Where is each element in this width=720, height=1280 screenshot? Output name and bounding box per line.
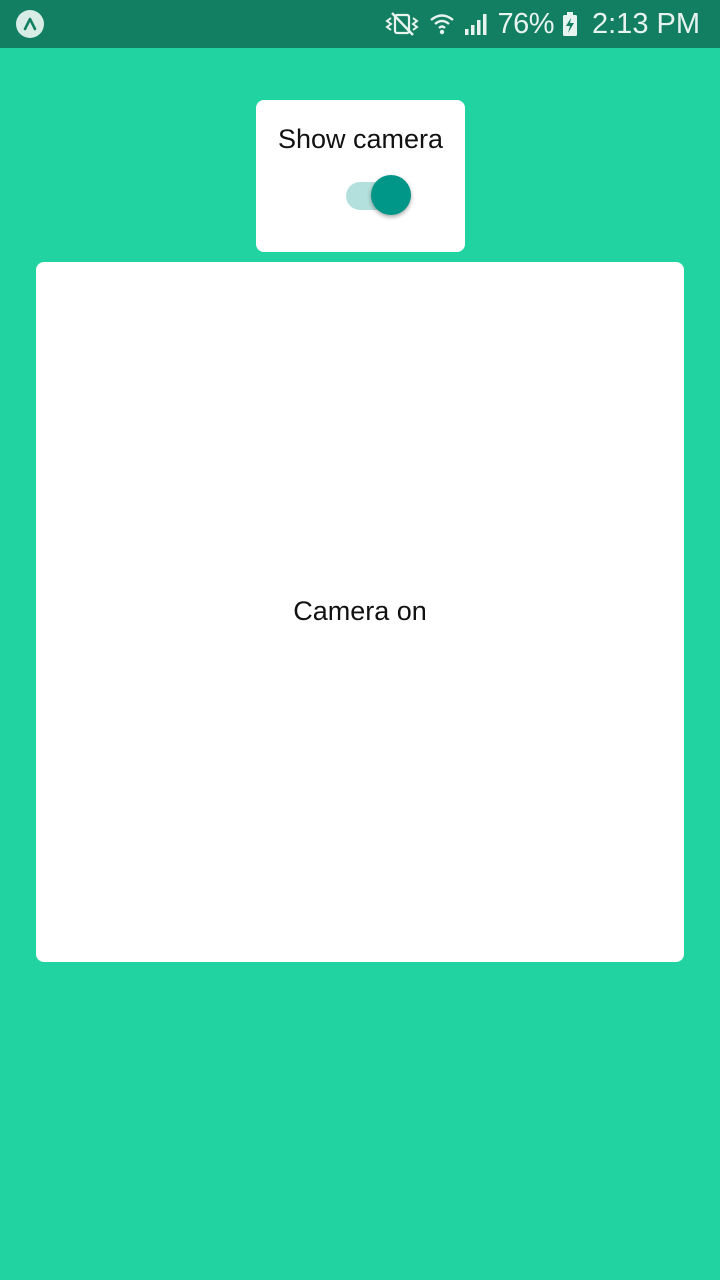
switch-thumb xyxy=(371,175,411,215)
vibrate-mute-icon xyxy=(383,11,421,37)
battery-percentage: 76% xyxy=(497,7,554,40)
show-camera-label: Show camera xyxy=(277,124,444,154)
expo-icon xyxy=(16,10,44,38)
status-icons: 76% 2:13 PM xyxy=(383,0,700,48)
show-camera-switch[interactable] xyxy=(346,174,416,218)
status-bar: 76% 2:13 PM xyxy=(0,0,720,48)
camera-view: Camera on xyxy=(36,262,684,962)
cell-signal-icon xyxy=(463,11,489,37)
wifi-icon xyxy=(429,11,455,37)
clock: 2:13 PM xyxy=(592,7,700,40)
camera-status-text: Camera on xyxy=(293,596,427,626)
show-camera-card: Show camera xyxy=(256,100,465,252)
battery-charging-icon xyxy=(562,11,578,37)
